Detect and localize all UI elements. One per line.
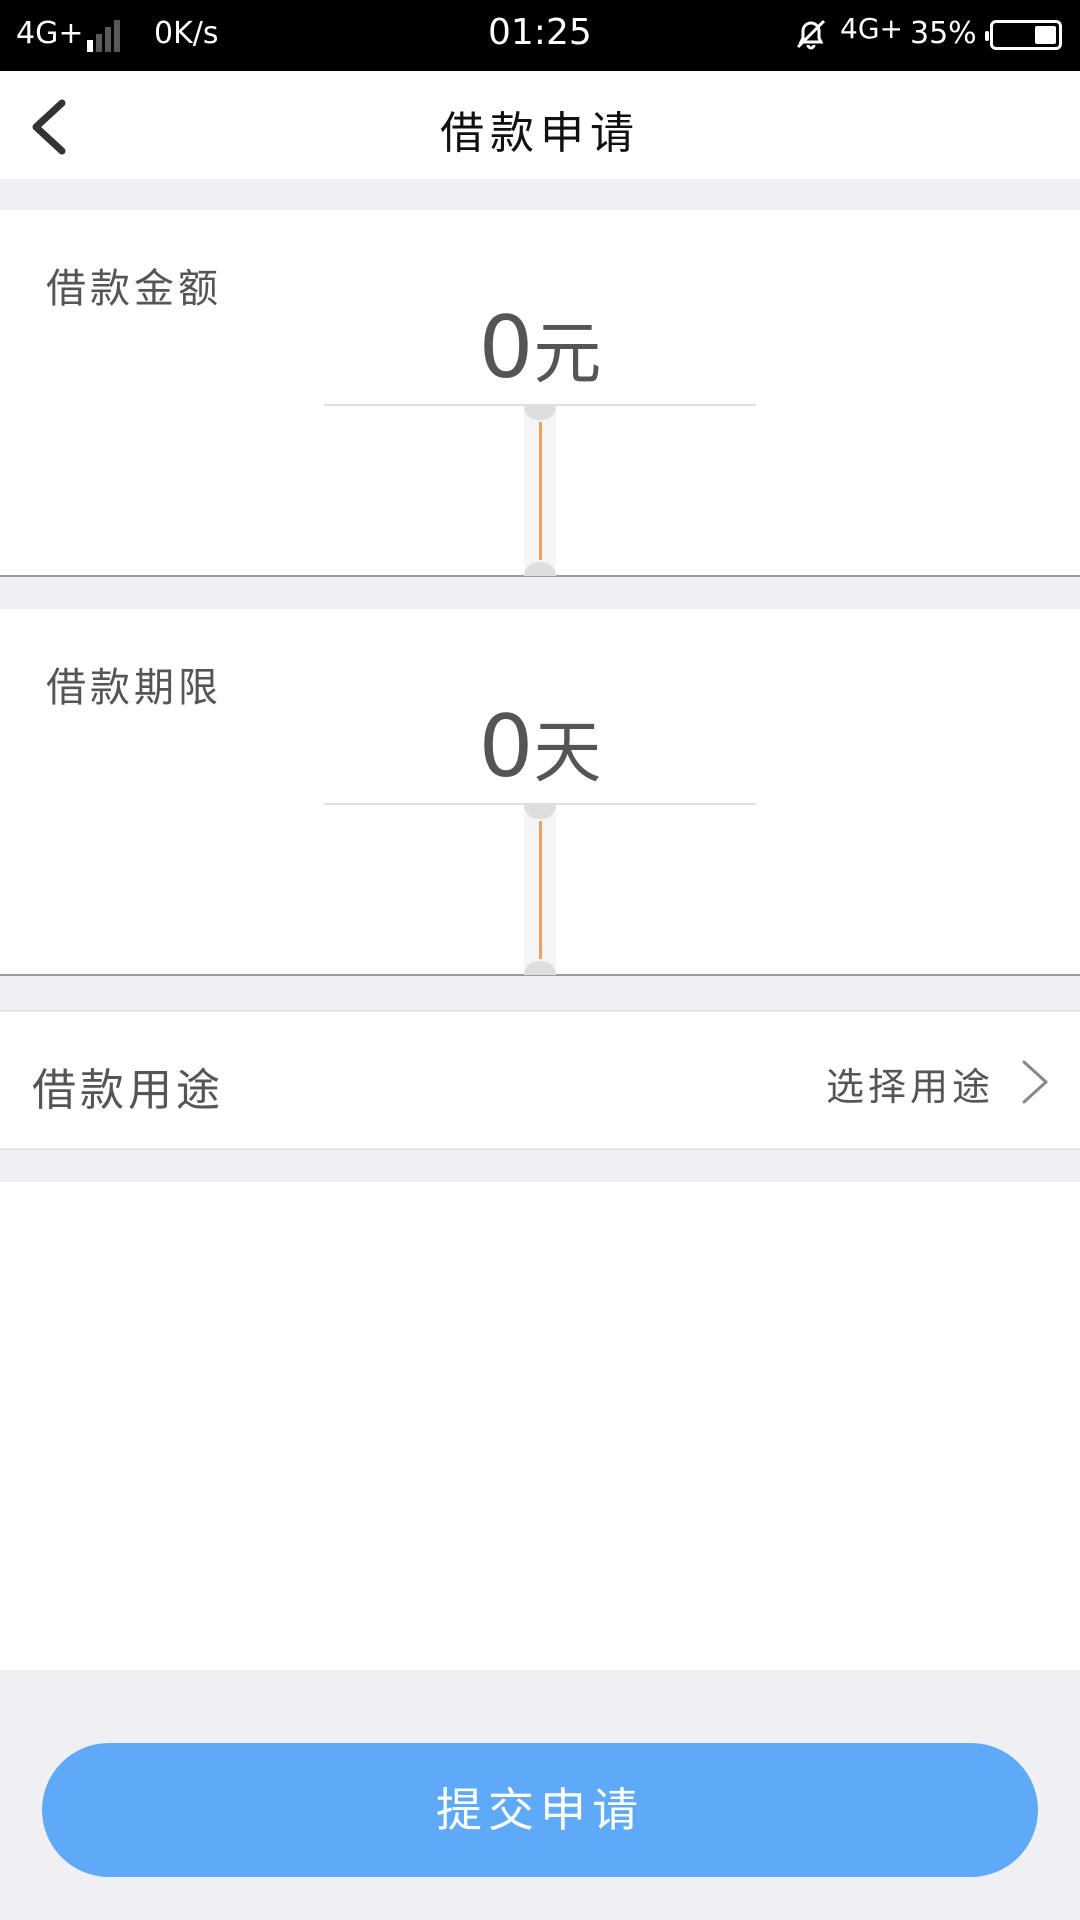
slider-indicator <box>539 422 542 560</box>
network-type-label-2: 4G+ <box>840 12 903 45</box>
loan-term-card: 借款期限 0天 <box>0 609 1080 976</box>
chevron-right-icon <box>1022 1060 1048 1104</box>
loan-purpose-label: 借款用途 <box>32 1065 224 1116</box>
battery-percent: 35% <box>910 16 977 51</box>
alarm-off-icon <box>796 19 826 50</box>
loan-term-unit: 天 <box>533 714 602 793</box>
network-speed: 0K/s <box>154 16 219 51</box>
loan-term-slider[interactable] <box>524 805 556 975</box>
nav-bar: 借款申请 <box>0 71 1080 179</box>
slider-cap-top <box>524 805 556 819</box>
slider-cap-bottom <box>524 961 556 975</box>
loan-amount-number: 0 <box>478 298 534 398</box>
clock: 01:25 <box>488 12 592 53</box>
loan-amount-card: 借款金额 0元 <box>0 210 1080 577</box>
loan-term-value: 0天 <box>0 697 1080 797</box>
page-title: 借款申请 <box>440 108 640 159</box>
network-type-label: 4G+ <box>16 16 84 51</box>
loan-amount-slider[interactable] <box>524 406 556 576</box>
slider-cap-bottom <box>524 562 556 576</box>
loan-term-number: 0 <box>478 697 534 797</box>
slider-cap-top <box>524 406 556 420</box>
status-bar: 4G+ 0K/s 01:25 4G+ 35% <box>0 0 1080 71</box>
slider-indicator <box>539 821 542 959</box>
loan-amount-value: 0元 <box>0 298 1080 398</box>
loan-purpose-row[interactable]: 借款用途 选择用途 <box>0 1010 1080 1150</box>
battery-icon <box>985 20 1062 50</box>
submit-application-button[interactable]: 提交申请 <box>42 1743 1038 1877</box>
battery-level-fill <box>1035 26 1056 44</box>
loan-amount-unit: 元 <box>533 315 602 394</box>
content-area <box>0 1182 1080 1670</box>
loan-purpose-selector[interactable]: 选择用途 <box>826 1056 994 1111</box>
